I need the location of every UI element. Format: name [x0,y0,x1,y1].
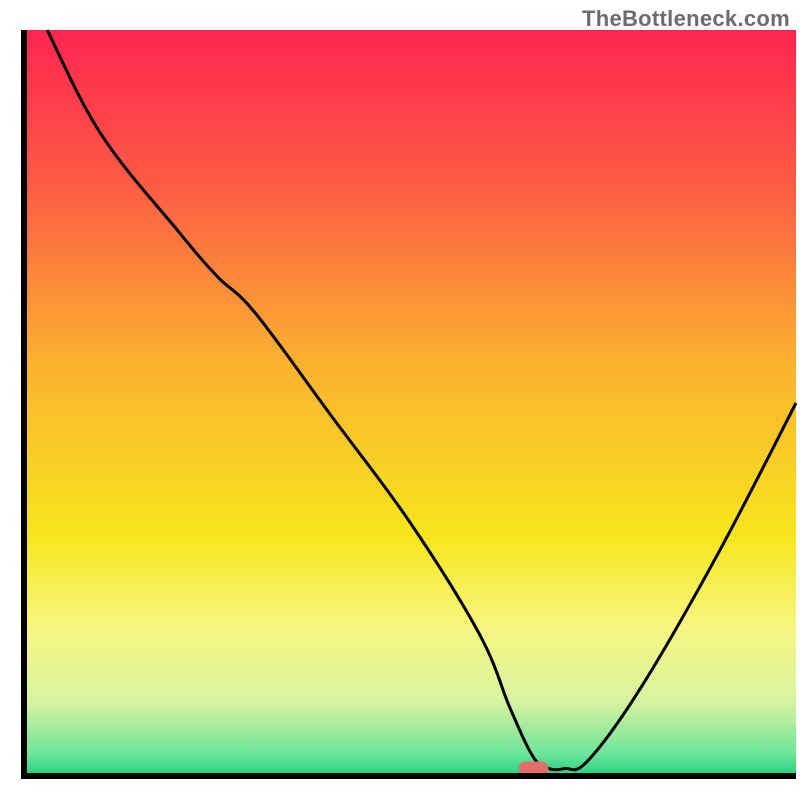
watermark-text: TheBottleneck.com [582,6,790,32]
chart-container: TheBottleneck.com [0,0,800,800]
plot-gradient [24,30,796,776]
bottleneck-chart [0,0,800,800]
